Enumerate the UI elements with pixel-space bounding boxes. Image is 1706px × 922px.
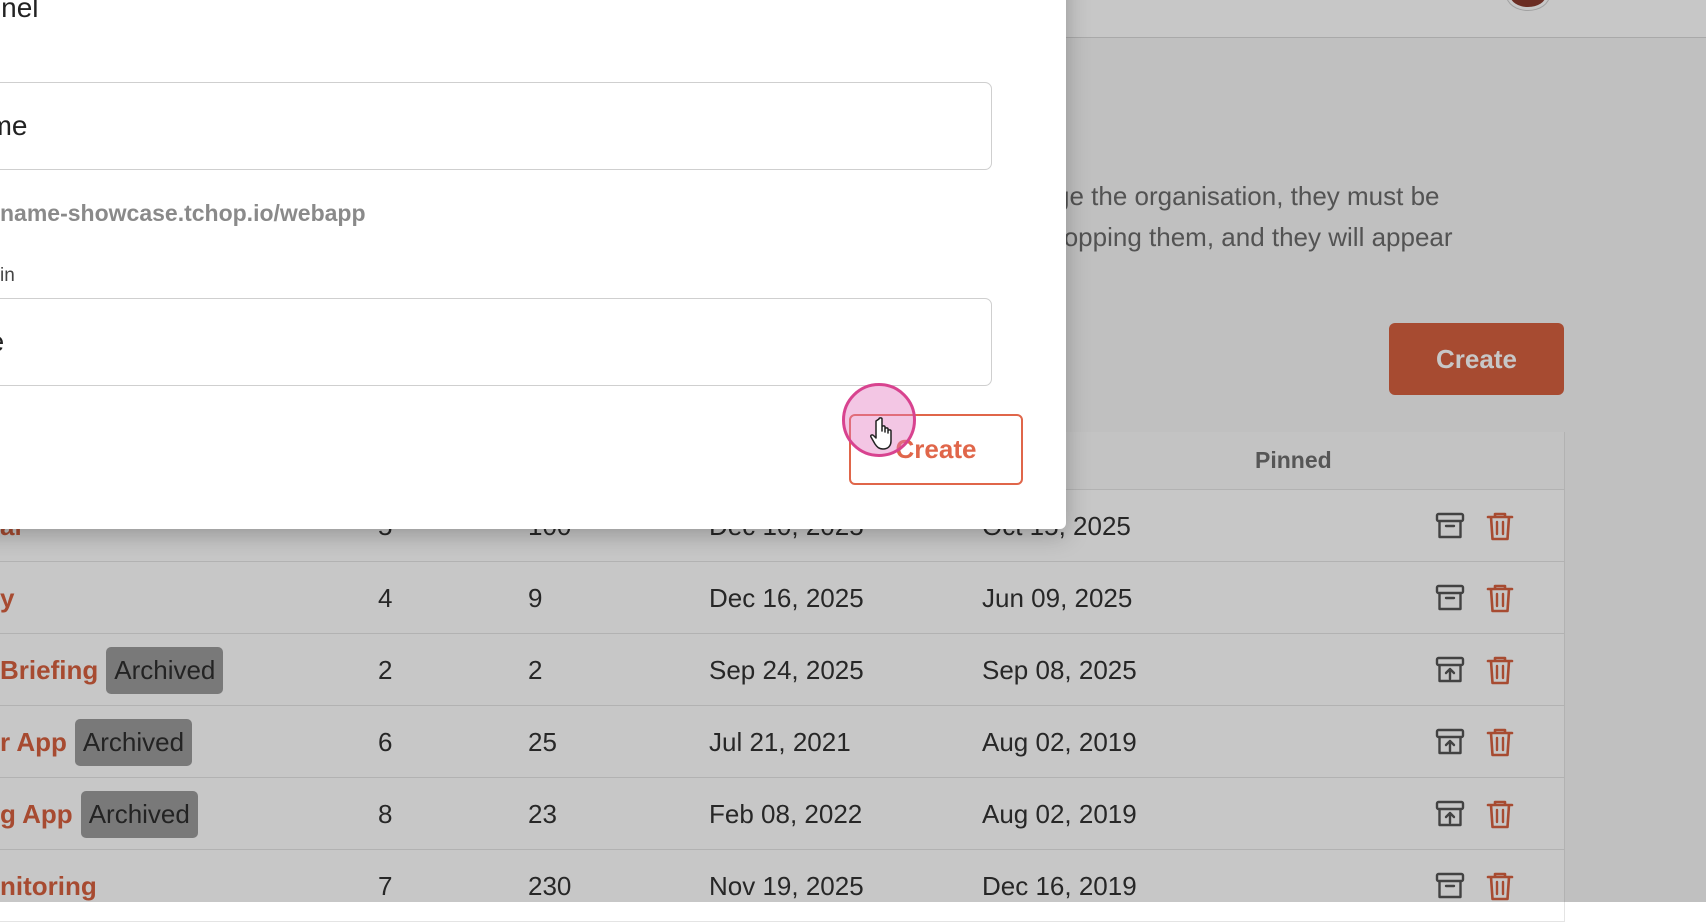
url-hint: name-showcase.tchop.io/webapp <box>0 200 366 226</box>
modal-create-button[interactable]: Create <box>849 414 1023 485</box>
create-channel-modal: annel name-showcase.tchop.io/webapp in C… <box>0 0 1066 529</box>
domain-input[interactable] <box>0 298 992 386</box>
modal-title: annel <box>0 0 39 23</box>
channel-name-input[interactable] <box>0 82 992 170</box>
domain-label: in <box>0 265 15 286</box>
